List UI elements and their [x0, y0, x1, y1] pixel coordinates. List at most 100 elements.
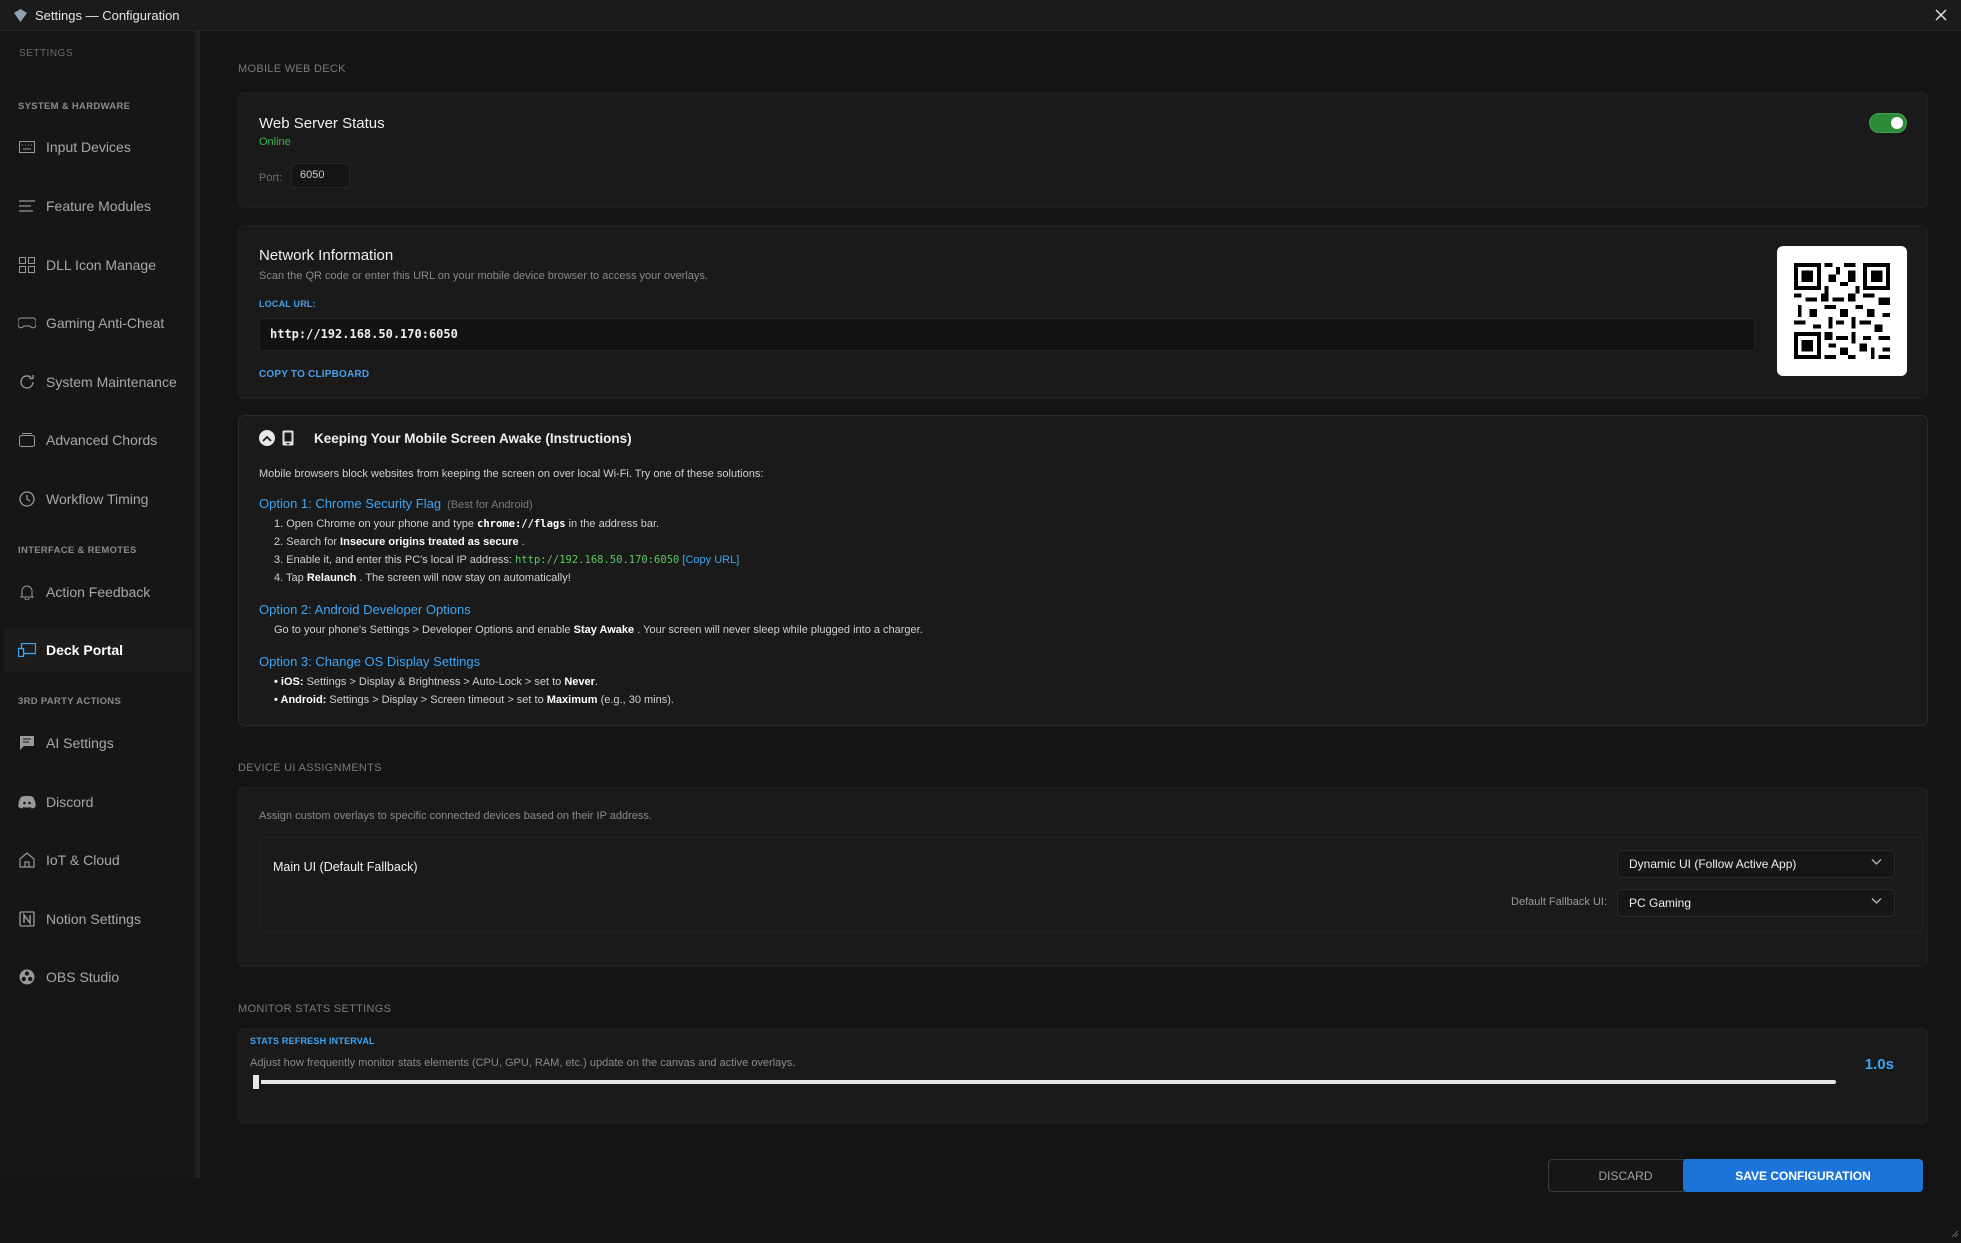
toggle-knob [1891, 117, 1903, 129]
option3-title: Option 3: Change OS Display Settings [259, 654, 480, 669]
option1-title: Option 1: Chrome Security Flag (Best for … [259, 496, 533, 511]
sidebar-item-label: System Maintenance [46, 374, 177, 390]
sidebar-item-ai-settings[interactable]: AI Settings [4, 721, 192, 765]
option3-ios: • iOS: Settings > Display & Brightness >… [274, 676, 598, 688]
monitor-stats-card: STATS REFRESH INTERVAL Adjust how freque… [238, 1028, 1928, 1124]
network-description: Scan the QR code or enter this URL on yo… [259, 270, 708, 282]
copy-to-clipboard-link[interactable]: COPY TO CLIPBOARD [259, 369, 369, 380]
option1-step2: 2. Search for Insecure origins treated a… [274, 536, 525, 548]
instructions-title: Keeping Your Mobile Screen Awake (Instru… [314, 431, 632, 446]
sidebar-heading: SETTINGS [19, 48, 73, 59]
sidebar-item-discord[interactable]: Discord [4, 780, 192, 824]
option1-note: (Best for Android) [447, 499, 533, 511]
fallback-select-value: PC Gaming [1629, 896, 1691, 910]
sidebar-group-system: SYSTEM & HARDWARE [18, 101, 130, 112]
refresh-icon [18, 373, 36, 391]
port-input[interactable]: 6050 [291, 163, 350, 188]
option1-step3: 3. Enable it, and enter this PC's local … [274, 554, 739, 566]
sidebar-item-system-maintenance[interactable]: System Maintenance [4, 360, 192, 404]
sidebar-item-action-feedback[interactable]: Action Feedback [4, 570, 192, 614]
obs-icon [18, 968, 36, 986]
main-ui-select-value: Dynamic UI (Follow Active App) [1629, 857, 1796, 871]
sidebar-item-label: Discord [46, 794, 93, 810]
sidebar-item-label: Advanced Chords [46, 432, 157, 448]
sidebar-item-label: Deck Portal [46, 642, 123, 658]
sidebar-item-label: Notion Settings [46, 911, 141, 927]
sidebar-item-label: Gaming Anti-Cheat [46, 315, 164, 331]
option1-step1: 1. Open Chrome on your phone and type ch… [274, 518, 659, 530]
port-label: Port: [259, 172, 282, 184]
sidebar-item-label: Workflow Timing [46, 491, 148, 507]
instructions-intro: Mobile browsers block websites from keep… [259, 468, 763, 480]
discard-button[interactable]: DISCARD [1548, 1159, 1703, 1192]
keyboard-icon [18, 138, 36, 156]
network-info-card: Network Information Scan the QR code or … [238, 225, 1928, 399]
gamepad-icon [18, 314, 36, 332]
sidebar-group-third-party: 3RD PARTY ACTIONS [18, 696, 121, 707]
sidebar-item-notion[interactable]: Notion Settings [4, 897, 192, 941]
main-ui-label: Main UI (Default Fallback) [273, 860, 418, 874]
server-status-text: Online [259, 136, 291, 148]
sidebar-item-workflow-timing[interactable]: Workflow Timing [4, 477, 192, 521]
main-ui-assignment: Main UI (Default Fallback) Dynamic UI (F… [259, 837, 1923, 932]
sidebar-item-iot-cloud[interactable]: IoT & Cloud [4, 838, 192, 882]
refresh-interval-slider[interactable] [253, 1080, 1836, 1084]
sidebar-item-label: IoT & Cloud [46, 852, 120, 868]
local-url-field[interactable]: http://192.168.50.170:6050 [259, 318, 1755, 351]
window-title: Settings — Configuration [35, 8, 180, 23]
sidebar-item-label: AI Settings [46, 735, 114, 751]
bell-icon [18, 583, 36, 601]
notion-icon [18, 910, 36, 928]
ip-address-code: http://192.168.50.170:6050 [515, 554, 679, 566]
refresh-interval-description: Adjust how frequently monitor stats elem… [250, 1057, 795, 1069]
device-ui-card: Assign custom overlays to specific conne… [238, 787, 1928, 967]
qr-code [1777, 246, 1907, 376]
save-configuration-button[interactable]: SAVE CONFIGURATION [1683, 1159, 1923, 1192]
sidebar-item-anti-cheat[interactable]: Gaming Anti-Cheat [4, 301, 192, 345]
web-server-card: Web Server Status Online Port: 6050 [238, 92, 1928, 208]
app-icon [14, 9, 27, 22]
copy-url-link[interactable]: [Copy URL] [682, 554, 739, 566]
title-bar: Settings — Configuration [0, 0, 1961, 31]
close-icon[interactable] [1931, 5, 1951, 25]
phone-icon [282, 430, 294, 451]
sidebar-item-deck-portal[interactable]: Deck Portal [4, 628, 192, 672]
chrome-flags-code: chrome://flags [477, 518, 566, 530]
sidebar-item-label: Input Devices [46, 139, 131, 155]
sidebar-item-dll-icon[interactable]: DLL Icon Manage [4, 243, 192, 287]
device-ui-description: Assign custom overlays to specific conne… [259, 810, 652, 822]
main-ui-select[interactable]: Dynamic UI (Follow Active App) [1617, 850, 1895, 878]
home-icon [18, 851, 36, 869]
sidebar-item-label: DLL Icon Manage [46, 257, 156, 273]
resize-grip-icon[interactable] [1951, 1225, 1959, 1233]
option3-android: • Android: Settings > Display > Screen t… [274, 694, 674, 706]
sidebar-item-label: Action Feedback [46, 584, 150, 600]
sidebar-item-advanced-chords[interactable]: Advanced Chords [4, 418, 192, 462]
chat-icon [18, 734, 36, 752]
server-toggle[interactable] [1869, 113, 1907, 133]
sidebar-group-interface: INTERFACE & REMOTES [18, 545, 137, 556]
option2-title: Option 2: Android Developer Options [259, 602, 471, 617]
sidebar-item-obs[interactable]: OBS Studio [4, 955, 192, 999]
clock-icon [18, 490, 36, 508]
sidebar-item-feature-modules[interactable]: Feature Modules [4, 184, 192, 228]
layers-icon [18, 431, 36, 449]
devices-icon [18, 641, 36, 659]
fallback-label: Default Fallback UI: [1342, 896, 1607, 908]
option2-text: Go to your phone's Settings > Developer … [274, 624, 923, 636]
sidebar-item-label: OBS Studio [46, 969, 119, 985]
sidebar-item-label: Feature Modules [46, 198, 151, 214]
slider-thumb[interactable] [251, 1073, 261, 1091]
main-content: MOBILE WEB DECK Web Server Status Online… [205, 31, 1961, 1235]
fallback-ui-select[interactable]: PC Gaming [1617, 889, 1895, 917]
lines-icon [18, 197, 36, 215]
sidebar-item-input-devices[interactable]: Input Devices [4, 125, 192, 169]
option1-title-text: Option 1: Chrome Security Flag [259, 496, 441, 511]
refresh-interval-label: STATS REFRESH INTERVAL [250, 1036, 375, 1046]
collapse-icon[interactable] [259, 430, 275, 446]
web-server-title: Web Server Status [259, 115, 385, 132]
network-info-title: Network Information [259, 247, 393, 264]
chevron-down-icon [1871, 897, 1882, 905]
section-title-monitor-stats: MONITOR STATS SETTINGS [238, 1003, 391, 1015]
refresh-interval-value: 1.0s [1865, 1056, 1894, 1073]
